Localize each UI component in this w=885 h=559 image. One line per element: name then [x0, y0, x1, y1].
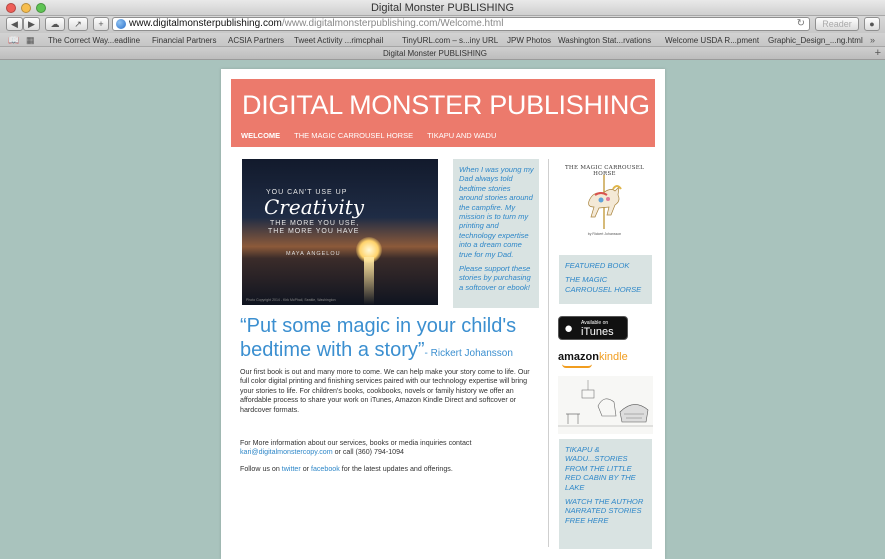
window-title: Digital Monster PUBLISHING [370, 2, 515, 14]
back-button[interactable]: ◀ [6, 17, 23, 31]
share-button[interactable]: ↗ [68, 17, 88, 31]
apple-icon: ● [564, 320, 574, 337]
contact-phone: or call (360) 794-1094 [332, 448, 404, 457]
bookmark-item[interactable]: Graphic_Design_...ng.html [768, 36, 863, 45]
book-icon[interactable]: 📖 [8, 35, 19, 46]
featured-quote: “Put some magic in your child's bedtime … [240, 314, 550, 366]
amazon-smile-icon [562, 364, 592, 368]
contact-email-link[interactable]: kari@digitalmonstercopy.com [240, 448, 333, 456]
featured-book-box[interactable]: FEATURED BOOK THE MAGIC CARROUSEL HORSE [559, 255, 652, 304]
new-tab-button[interactable]: + [93, 17, 109, 31]
itunes-text: iTunes [581, 326, 614, 338]
add-tab-button[interactable]: + [875, 47, 881, 59]
share-icon: ↗ [74, 18, 82, 29]
hero-quote-author: MAYA ANGELOU [286, 251, 341, 257]
featured-book-label: FEATURED BOOK [565, 261, 630, 270]
tikapu-wadu-box[interactable]: TIKAPU & WADU...STORIES FROM THE LITTLE … [559, 439, 652, 549]
bookmark-item[interactable]: JPW Photos [507, 36, 551, 45]
site-banner: DIGITAL MONSTER PUBLISHING WELCOME THE M… [231, 79, 655, 147]
carousel-horse-illustration [588, 175, 622, 229]
sun-reflection [364, 257, 374, 305]
url-host: www.digitalmonsterpublishing.com [129, 18, 282, 29]
page-content: DIGITAL MONSTER PUBLISHING WELCOME THE M… [221, 69, 665, 559]
hero-quote-creativity: Creativity [264, 195, 365, 219]
address-bar[interactable]: www.digitalmonsterpublishing.com/www.dig… [112, 17, 810, 31]
bookmark-item[interactable]: TinyURL.com – s...iny URL [402, 36, 498, 45]
hero-quote-line4: THE MORE YOU HAVE [268, 228, 360, 235]
watch-stories-link[interactable]: WATCH THE AUTHOR NARRATED STORIES FREE H… [565, 497, 647, 525]
bookmark-item[interactable]: Financial Partners [152, 36, 216, 45]
intro-paragraph: Our first book is out and many more to c… [240, 368, 530, 414]
itunes-badge[interactable]: ● Available on iTunes [558, 316, 628, 340]
site-nav: WELCOME THE MAGIC CARROUSEL HORSE TIKAPU… [241, 131, 496, 140]
bookmark-item[interactable]: Washington Stat...rvations [558, 36, 651, 45]
contact-paragraph: For More information about our services,… [240, 439, 540, 458]
mission-text: When I was young my Dad always told bedt… [459, 165, 534, 259]
book-cover-magic-carrousel-horse[interactable]: THE MAGIC CARROUSEL HORSE by Rickert Joh… [556, 159, 653, 243]
kindle-text: kindle [598, 351, 628, 363]
nav-welcome[interactable]: WELCOME [241, 131, 280, 140]
globe-icon [116, 19, 126, 29]
reload-icon[interactable]: ↻ [797, 18, 805, 30]
mission-box: When I was young my Dad always told bedt… [453, 159, 539, 308]
follow-text: or [300, 465, 311, 473]
column-divider [548, 159, 549, 547]
hero-quote-line3: THE MORE YOU USE, [270, 220, 360, 227]
nav-magic-carrousel-horse[interactable]: THE MAGIC CARROUSEL HORSE [294, 131, 413, 140]
book-cover-author: by Rickert Johansson [587, 232, 622, 236]
downloads-icon: ● [869, 19, 875, 29]
follow-text: Follow us on [240, 465, 282, 473]
url-path: /www.digitalmonsterpublishing.com/Welcom… [281, 18, 504, 29]
downloads-button[interactable]: ● [864, 17, 880, 31]
contact-intro: For More information about our services,… [240, 439, 472, 447]
plus-icon: + [98, 19, 104, 29]
tab-active[interactable]: Digital Monster PUBLISHING [0, 49, 870, 58]
facebook-link[interactable]: facebook [311, 465, 340, 473]
grid-icon[interactable]: ▦ [26, 35, 35, 46]
featured-book-title[interactable]: THE MAGIC CARROUSEL HORSE [565, 275, 647, 294]
chevron-double-right-icon[interactable]: » [870, 35, 875, 45]
bookmark-item[interactable]: ACSIA Partners [228, 36, 284, 45]
tab-bar: Digital Monster PUBLISHING + [0, 47, 885, 60]
follow-paragraph: Follow us on twitter or facebook for the… [240, 465, 540, 473]
nav-tikapu-and-wadu[interactable]: TIKAPU AND WADU [427, 131, 496, 140]
quote-author: Rickert Johansson [430, 348, 513, 359]
bookmark-item[interactable]: The Correct Way...eadline [48, 36, 140, 45]
bookmark-item[interactable]: Tweet Activity ...rimcphail [294, 36, 383, 45]
icloud-tabs-button[interactable]: ☁ [45, 17, 65, 31]
photo-credit: Photo Copyright 2014 - Kirk McPhail, Sea… [246, 298, 336, 302]
bookmark-item[interactable]: Welcome USDA R...pment [665, 36, 759, 45]
reader-button[interactable]: Reader [815, 17, 859, 31]
site-title: DIGITAL MONSTER PUBLISHING [242, 90, 650, 120]
icloud-tabs-icon: ☁ [50, 18, 60, 29]
support-link[interactable]: Please support these stories by purchasi… [459, 264, 534, 292]
bookmarks-bar: 📖 ▦ The Correct Way...eadline Financial … [0, 33, 885, 47]
twitter-link[interactable]: twitter [282, 465, 301, 473]
tikapu-wadu-sketch[interactable] [558, 376, 653, 434]
follow-text: for the latest updates and offerings. [339, 465, 453, 473]
hero-quote-image: YOU CAN'T USE UP Creativity THE MORE YOU… [242, 159, 438, 305]
chevron-right-icon: ▶ [28, 18, 35, 29]
window-titlebar: Digital Monster PUBLISHING [0, 0, 885, 16]
browser-toolbar: ◀ ▶ ☁ ↗ + www.digitalmonsterpublishing.c… [0, 16, 885, 33]
chevron-left-icon: ◀ [11, 18, 18, 29]
tikapu-wadu-title[interactable]: TIKAPU & WADU...STORIES FROM THE LITTLE … [565, 445, 647, 492]
amazon-kindle-logo[interactable]: amazonkindle [558, 351, 628, 368]
amazon-text: amazon [558, 351, 599, 363]
forward-button[interactable]: ▶ [23, 17, 40, 31]
